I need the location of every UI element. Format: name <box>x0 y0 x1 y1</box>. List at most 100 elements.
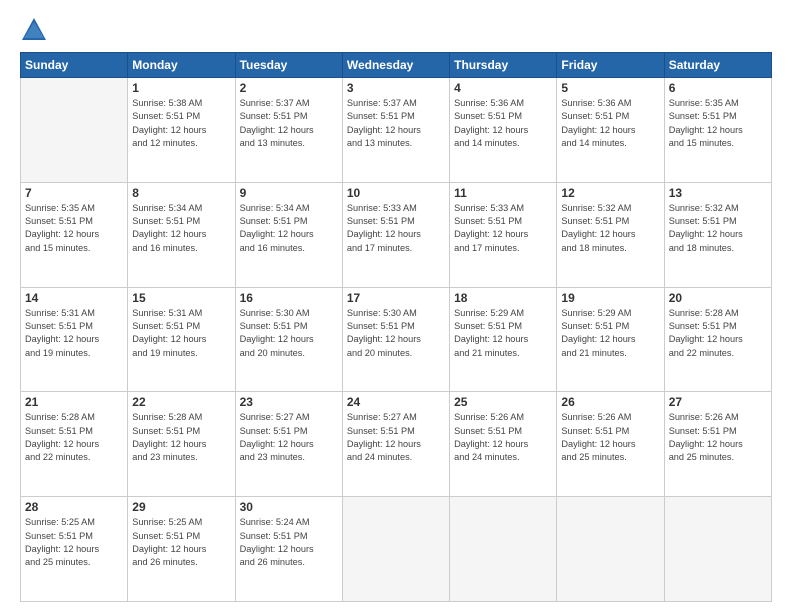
day-info: Sunrise: 5:29 AM Sunset: 5:51 PM Dayligh… <box>561 307 659 360</box>
day-info: Sunrise: 5:32 AM Sunset: 5:51 PM Dayligh… <box>561 202 659 255</box>
day-info: Sunrise: 5:28 AM Sunset: 5:51 PM Dayligh… <box>669 307 767 360</box>
week-row-4: 21Sunrise: 5:28 AM Sunset: 5:51 PM Dayli… <box>21 392 772 497</box>
calendar-cell: 18 Sunrise: 5:29 AM Sunset: 5:51 PM Dayli… <box>450 287 557 392</box>
day-number: 10 <box>347 186 445 200</box>
day-number: 9 <box>240 186 338 200</box>
day-info: Sunrise: 5:33 AM Sunset: 5:51 PM Dayligh… <box>454 202 552 255</box>
day-number: 5 <box>561 81 659 95</box>
column-header-thursday: Thursday <box>450 53 557 78</box>
column-header-sunday: Sunday <box>21 53 128 78</box>
header-row: SundayMondayTuesdayWednesdayThursdayFrid… <box>21 53 772 78</box>
day-number: 27 <box>669 395 767 409</box>
calendar-cell: 15Sunrise: 5:31 AM Sunset: 5:51 PM Dayli… <box>128 287 235 392</box>
calendar-cell: 22 Sunrise: 5:28 AM Sunset: 5:51 PM Dayli… <box>128 392 235 497</box>
day-info: Sunrise: 5:27 AM Sunset: 5:51 PM Dayligh… <box>240 411 338 464</box>
calendar-cell: 3Sunrise: 5:37 AM Sunset: 5:51 PM Daylig… <box>342 78 449 183</box>
calendar-cell: 2 Sunrise: 5:37 AM Sunset: 5:51 PM Daylig… <box>235 78 342 183</box>
day-info: Sunrise: 5:34 AM Sunset: 5:51 PM Dayligh… <box>132 202 230 255</box>
calendar-cell <box>664 497 771 602</box>
calendar-cell: 16Sunrise: 5:30 AM Sunset: 5:51 PM Dayli… <box>235 287 342 392</box>
day-info: Sunrise: 5:35 AM Sunset: 5:51 PM Dayligh… <box>669 97 767 150</box>
day-info: Sunrise: 5:28 AM Sunset: 5:51 PM Dayligh… <box>25 411 123 464</box>
logo <box>20 16 52 44</box>
day-info: Sunrise: 5:36 AM Sunset: 5:51 PM Dayligh… <box>561 97 659 150</box>
page: SundayMondayTuesdayWednesdayThursdayFrid… <box>0 0 792 612</box>
day-info: Sunrise: 5:33 AM Sunset: 5:51 PM Dayligh… <box>347 202 445 255</box>
week-row-3: 14 Sunrise: 5:31 AM Sunset: 5:51 PM Dayli… <box>21 287 772 392</box>
day-info: Sunrise: 5:34 AM Sunset: 5:51 PM Dayligh… <box>240 202 338 255</box>
day-info: Sunrise: 5:28 AM Sunset: 5:51 PM Dayligh… <box>132 411 230 464</box>
header <box>20 16 772 44</box>
day-number: 22 <box>132 395 230 409</box>
day-info: Sunrise: 5:24 AM Sunset: 5:51 PM Dayligh… <box>240 516 338 569</box>
calendar-cell: 5 Sunrise: 5:36 AM Sunset: 5:51 PM Daylig… <box>557 78 664 183</box>
day-number: 12 <box>561 186 659 200</box>
day-number: 24 <box>347 395 445 409</box>
calendar-cell <box>557 497 664 602</box>
calendar-cell: 29 Sunrise: 5:25 AM Sunset: 5:51 PM Dayli… <box>128 497 235 602</box>
calendar-body: 1 Sunrise: 5:38 AM Sunset: 5:51 PM Daylig… <box>21 78 772 602</box>
day-number: 19 <box>561 291 659 305</box>
calendar-cell: 21Sunrise: 5:28 AM Sunset: 5:51 PM Dayli… <box>21 392 128 497</box>
day-number: 8 <box>132 186 230 200</box>
calendar-cell: 19 Sunrise: 5:29 AM Sunset: 5:51 PM Dayli… <box>557 287 664 392</box>
day-info: Sunrise: 5:26 AM Sunset: 5:51 PM Dayligh… <box>454 411 552 464</box>
day-number: 26 <box>561 395 659 409</box>
day-info: Sunrise: 5:30 AM Sunset: 5:51 PM Dayligh… <box>347 307 445 360</box>
day-number: 18 <box>454 291 552 305</box>
week-row-2: 7Sunrise: 5:35 AM Sunset: 5:51 PM Daylig… <box>21 182 772 287</box>
day-info: Sunrise: 5:26 AM Sunset: 5:51 PM Dayligh… <box>561 411 659 464</box>
week-row-1: 1 Sunrise: 5:38 AM Sunset: 5:51 PM Daylig… <box>21 78 772 183</box>
calendar-cell: 23 Sunrise: 5:27 AM Sunset: 5:51 PM Dayli… <box>235 392 342 497</box>
calendar-cell: 14 Sunrise: 5:31 AM Sunset: 5:51 PM Dayli… <box>21 287 128 392</box>
calendar-cell: 11 Sunrise: 5:33 AM Sunset: 5:51 PM Dayli… <box>450 182 557 287</box>
calendar-cell <box>21 78 128 183</box>
day-info: Sunrise: 5:25 AM Sunset: 5:51 PM Dayligh… <box>132 516 230 569</box>
calendar-cell: 26 Sunrise: 5:26 AM Sunset: 5:51 PM Dayli… <box>557 392 664 497</box>
calendar-cell: 12 Sunrise: 5:32 AM Sunset: 5:51 PM Dayli… <box>557 182 664 287</box>
day-number: 15 <box>132 291 230 305</box>
day-number: 1 <box>132 81 230 95</box>
calendar-cell: 17 Sunrise: 5:30 AM Sunset: 5:51 PM Dayli… <box>342 287 449 392</box>
week-row-5: 28 Sunrise: 5:25 AM Sunset: 5:51 PM Dayli… <box>21 497 772 602</box>
day-number: 6 <box>669 81 767 95</box>
day-number: 13 <box>669 186 767 200</box>
day-info: Sunrise: 5:26 AM Sunset: 5:51 PM Dayligh… <box>669 411 767 464</box>
day-number: 30 <box>240 500 338 514</box>
day-number: 28 <box>25 500 123 514</box>
day-info: Sunrise: 5:36 AM Sunset: 5:51 PM Dayligh… <box>454 97 552 150</box>
calendar-cell: 7Sunrise: 5:35 AM Sunset: 5:51 PM Daylig… <box>21 182 128 287</box>
day-info: Sunrise: 5:38 AM Sunset: 5:51 PM Dayligh… <box>132 97 230 150</box>
day-info: Sunrise: 5:25 AM Sunset: 5:51 PM Dayligh… <box>25 516 123 569</box>
calendar-cell: 4Sunrise: 5:36 AM Sunset: 5:51 PM Daylig… <box>450 78 557 183</box>
calendar-cell <box>450 497 557 602</box>
day-info: Sunrise: 5:31 AM Sunset: 5:51 PM Dayligh… <box>25 307 123 360</box>
day-number: 23 <box>240 395 338 409</box>
column-header-tuesday: Tuesday <box>235 53 342 78</box>
day-number: 20 <box>669 291 767 305</box>
day-info: Sunrise: 5:37 AM Sunset: 5:51 PM Dayligh… <box>240 97 338 150</box>
day-info: Sunrise: 5:30 AM Sunset: 5:51 PM Dayligh… <box>240 307 338 360</box>
column-header-saturday: Saturday <box>664 53 771 78</box>
day-number: 3 <box>347 81 445 95</box>
calendar-table: SundayMondayTuesdayWednesdayThursdayFrid… <box>20 52 772 602</box>
day-number: 2 <box>240 81 338 95</box>
day-number: 11 <box>454 186 552 200</box>
calendar-cell: 6 Sunrise: 5:35 AM Sunset: 5:51 PM Daylig… <box>664 78 771 183</box>
day-info: Sunrise: 5:27 AM Sunset: 5:51 PM Dayligh… <box>347 411 445 464</box>
calendar-cell: 25Sunrise: 5:26 AM Sunset: 5:51 PM Dayli… <box>450 392 557 497</box>
day-number: 29 <box>132 500 230 514</box>
day-number: 14 <box>25 291 123 305</box>
calendar-cell: 10 Sunrise: 5:33 AM Sunset: 5:51 PM Dayli… <box>342 182 449 287</box>
day-info: Sunrise: 5:29 AM Sunset: 5:51 PM Dayligh… <box>454 307 552 360</box>
calendar-cell: 20 Sunrise: 5:28 AM Sunset: 5:51 PM Dayli… <box>664 287 771 392</box>
day-number: 7 <box>25 186 123 200</box>
calendar-cell: 30 Sunrise: 5:24 AM Sunset: 5:51 PM Dayli… <box>235 497 342 602</box>
calendar-cell: 8 Sunrise: 5:34 AM Sunset: 5:51 PM Daylig… <box>128 182 235 287</box>
column-header-wednesday: Wednesday <box>342 53 449 78</box>
calendar-cell: 24 Sunrise: 5:27 AM Sunset: 5:51 PM Dayli… <box>342 392 449 497</box>
day-number: 17 <box>347 291 445 305</box>
calendar-cell: 27 Sunrise: 5:26 AM Sunset: 5:51 PM Dayli… <box>664 392 771 497</box>
calendar-cell: 13Sunrise: 5:32 AM Sunset: 5:51 PM Dayli… <box>664 182 771 287</box>
calendar-cell <box>342 497 449 602</box>
